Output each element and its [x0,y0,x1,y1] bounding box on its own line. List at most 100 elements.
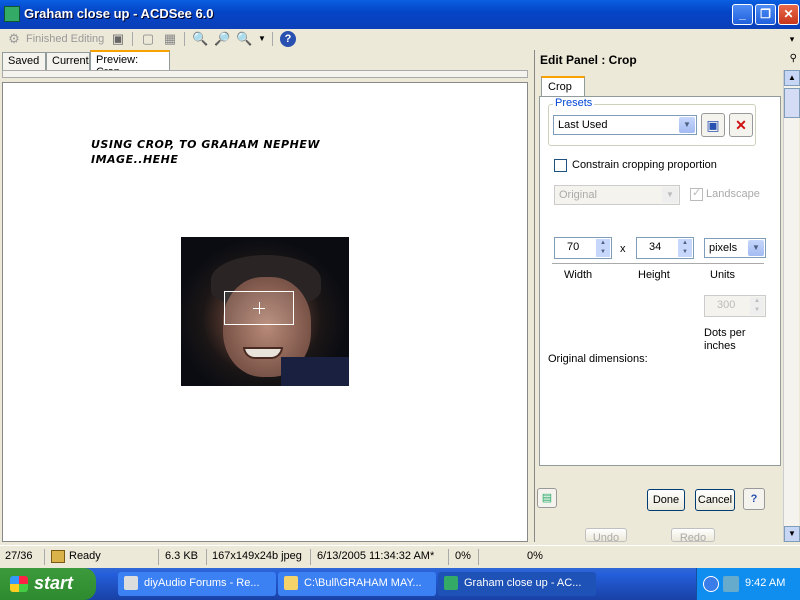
taskbar-item-label: C:\Bull\GRAHAM MAY... [304,577,422,589]
section-divider [552,263,764,264]
units-selected: pixels [709,242,738,254]
tab-crop[interactable]: Crop [541,76,585,96]
actual-size-icon[interactable]: ▦ [162,31,178,47]
image-canvas[interactable]: USING CROP, TO GRAHAM NEPHEW IMAGE..HEHE [2,82,528,542]
times-symbol: x [620,243,626,255]
photo-preview [181,237,349,386]
chevron-down-icon[interactable]: ▼ [254,31,270,47]
units-label: Units [710,269,736,281]
cancel-button[interactable]: Cancel [695,489,735,511]
taskbar-item-diyaudio[interactable]: diyAudio Forums - Re... [118,572,276,596]
zoom-out-icon[interactable]: 🔍 [192,31,208,47]
toolbar-separator [184,32,185,46]
acdsee-icon [444,576,458,590]
scroll-down-icon[interactable]: ▼ [784,526,800,542]
start-button[interactable]: start [0,568,96,600]
maximize-button[interactable]: ❐ [755,4,776,25]
chevron-down-icon: ▼ [679,117,695,133]
down-arrow-icon[interactable]: ▼ [750,306,764,315]
down-arrow-icon[interactable]: ▼ [678,248,692,257]
tab-saved[interactable]: Saved [2,52,46,71]
save-icon: ▣ [706,117,720,133]
height-value: 34 [649,241,662,253]
taskbar-item-folder[interactable]: C:\Bull\GRAHAM MAY... [278,572,436,596]
panel-options-button[interactable]: ▤ [537,488,557,508]
tab-current[interactable]: Current [46,52,90,71]
taskbar-item-acdsee[interactable]: Graham close up - AC... [438,572,596,596]
zoom-in-icon[interactable]: 🔎 [214,31,230,47]
start-label: start [34,573,74,593]
up-arrow-icon[interactable]: ▲ [596,239,610,248]
save-preset-button[interactable]: ▣ [701,113,725,137]
done-button[interactable]: Done [647,489,685,511]
help-icon[interactable]: ? [280,31,296,47]
scroll-thumb[interactable] [784,88,800,118]
dpi-label-line-2: inches [704,340,736,352]
tab-preview-crop[interactable]: Preview: Crop [90,50,170,78]
pin-icon[interactable]: ⚲ [790,53,797,64]
height-label: Height [638,269,670,281]
fit-image-icon[interactable]: ▢ [140,31,156,47]
network-icon[interactable] [723,576,739,592]
options-icon: ▤ [541,492,553,504]
scroll-up-icon[interactable]: ▲ [784,70,800,86]
down-arrow-icon[interactable]: ▼ [596,248,610,257]
status-position: 27/36 [5,550,33,562]
units-dropdown[interactable]: pixels ▼ [704,238,766,258]
status-file-size: 6.3 KB [165,550,199,562]
ratio-selected: Original [559,189,597,201]
jpeg-file-icon [51,550,65,563]
up-arrow-icon[interactable]: ▲ [678,239,692,248]
ratio-dropdown[interactable]: Original ▼ [554,185,680,205]
width-value: 70 [567,241,580,253]
window-title: Graham close up - ACDSee 6.0 [24,6,214,21]
original-dimensions-label: Original dimensions: [548,353,648,365]
undo-button[interactable]: Undo [585,528,627,544]
height-spinner[interactable]: 34 ▲ ▼ [636,237,694,259]
save-icon[interactable]: ▣ [110,31,126,47]
landscape-checkbox[interactable] [690,186,703,201]
redo-button[interactable]: Redo [671,528,715,544]
status-progress: 0% [455,550,471,562]
status-state: Ready [69,550,101,562]
toolbar-chevron-icon[interactable]: ▾ [784,31,800,47]
minimize-button[interactable]: _ [732,4,753,25]
clock[interactable]: 9:42 AM [745,577,785,589]
status-separator [448,549,449,565]
status-separator [44,549,45,565]
delete-preset-button[interactable]: ✕ [729,113,753,137]
dpi-value: 300 [717,299,736,311]
presets-legend: Presets [553,97,595,109]
up-arrow-icon[interactable]: ▲ [750,297,764,306]
presets-group: Presets Last Used ▼ ▣ ✕ [548,97,756,146]
crop-options-body: Presets Last Used ▼ ▣ ✕ Constrain croppi… [539,96,781,466]
status-separator [206,549,207,565]
presets-selected: Last Used [558,119,608,131]
photo-smile [243,347,283,359]
panel-help-button[interactable]: ? [743,488,765,510]
width-spinner[interactable]: 70 ▲ ▼ [554,237,612,259]
presets-dropdown[interactable]: Last Used ▼ [553,115,697,135]
dpi-spinner[interactable]: 300 ▲ ▼ [704,295,766,317]
title-bar: Graham close up - ACDSee 6.0 _ ❐ ✕ [0,0,800,29]
status-separator [478,549,479,565]
close-button[interactable]: ✕ [778,4,799,25]
horizontal-scrollbar[interactable] [2,70,528,78]
tray-expand-icon[interactable] [703,576,719,592]
browser-icon [124,576,138,590]
crop-selection-box[interactable] [224,291,294,325]
chevron-down-icon: ▼ [748,240,764,256]
zoom-dropdown-icon[interactable]: 🔍 [236,31,252,47]
edit-panel: Edit Panel : Crop ⚲ Crop Presets Last Us… [534,50,800,544]
landscape-label: Landscape [706,188,760,200]
toolbar-separator [132,32,133,46]
help-icon: ? [750,493,758,505]
acdsee-app-icon[interactable] [4,6,20,22]
constrain-checkbox[interactable] [554,159,567,172]
edit-panel-header: Edit Panel : Crop ⚲ [535,50,800,70]
finished-editing-button[interactable]: Finished Editing [26,31,104,47]
windows-taskbar: start diyAudio Forums - Re... C:\Bull\GR… [0,568,800,600]
constrain-label: Constrain cropping proportion [572,159,717,171]
delete-icon: ✕ [735,117,747,133]
panel-vertical-scrollbar[interactable]: ▲ ▼ [783,70,800,542]
